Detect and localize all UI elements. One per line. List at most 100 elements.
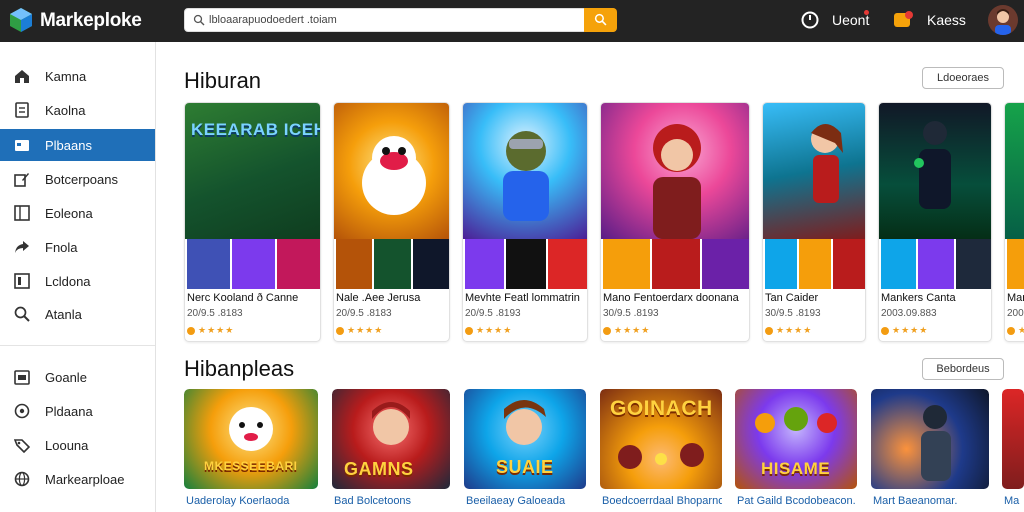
game-title: Pat Gaild Bcodobeacon. (737, 495, 856, 507)
game-title: Mankers Canta (881, 292, 956, 304)
game-card[interactable]: Ma (1002, 389, 1024, 512)
game-sales: 2003.09.883 (1007, 308, 1024, 319)
sidebar-item-label: Markearploae (45, 472, 125, 487)
notifications-label[interactable]: Ueont (832, 12, 869, 28)
rating-stars: ★★★★ (465, 325, 512, 336)
cover-title: SUAIE (496, 457, 554, 477)
sidebar-item-label: Pldaana (45, 404, 93, 419)
cover-title: KEEARAB ICEHEB OIUNABAR (191, 120, 320, 139)
sidebar-item-label: Lcldona (45, 274, 91, 289)
sidebar-item-6[interactable]: Lcldona (0, 265, 155, 297)
cover-title: GAMNS (344, 459, 414, 479)
game-card[interactable]: Mart Baeanomar. (871, 389, 989, 512)
clock-icon[interactable] (800, 10, 820, 30)
sidebar-item-3[interactable]: Botcerpoans (0, 163, 155, 195)
folder-icon (15, 140, 29, 151)
game-card[interactable]: GOINACH Boedcoerrdaal Bhoparnoeana (600, 389, 722, 512)
screenshot-strip (334, 239, 449, 289)
sidebar-item-label: Atanla (45, 307, 82, 322)
game-card[interactable]: GAMNS Bad Bolcetoons (332, 389, 450, 512)
sidebar-item-8[interactable]: Goanle (0, 361, 155, 393)
game-cover-art (1002, 389, 1024, 489)
rating-stars: ★★★★ (765, 325, 812, 336)
doc-icon (15, 102, 29, 118)
game-card[interactable]: SUAIE Beeilaeay Galoeada (464, 389, 586, 512)
game-card[interactable]: Mano Fentoerdarx doonana 30/9.5 .8193 ★★… (600, 102, 750, 342)
rating-stars: ★★★★ (603, 325, 650, 336)
message-icon[interactable] (893, 10, 915, 30)
search-input[interactable]: lbloaarapuodoedert .toiam (184, 8, 616, 32)
rating-stars: ★★★★ (336, 325, 383, 336)
game-cover-art: SUAIE (464, 389, 586, 489)
cover-title: MKESSEEBARI (204, 459, 298, 473)
cover-title: HISAME (761, 459, 831, 478)
game-title: Mart Baeanomar. (873, 495, 958, 507)
game-title: Uaderolay Koerlaoda (186, 495, 290, 507)
screenshot-strip (879, 239, 991, 289)
game-title: Nerc Kooland ð Canne (187, 292, 299, 304)
cover-title: GOINACH (610, 397, 713, 420)
screenshot-strip (601, 239, 749, 289)
sidebar-item-10[interactable]: Loouna (0, 429, 155, 461)
sidebar-item-2[interactable]: Plbaans (0, 129, 155, 161)
game-cover-art: MKESSEEBARI (184, 389, 318, 489)
view-all-button[interactable]: Ldoeoraes (922, 67, 1004, 89)
sidebar-item-9[interactable]: Pldaana (0, 395, 155, 427)
sidebar-item-label: Kaolna (45, 103, 86, 118)
rating-stars: ★★★★ (881, 325, 928, 336)
sidebar-item-11[interactable]: Markearploae (0, 463, 155, 495)
target-icon (14, 403, 30, 419)
game-cover-art: GOINACH (600, 389, 722, 489)
sidebar-item-label: Kamna (45, 69, 87, 84)
rating-stars: ★★★★ (187, 325, 234, 336)
search-icon (14, 306, 30, 322)
game-card[interactable]: MKESSEEBARI Uaderolay Koerlaoda (184, 389, 318, 512)
screenshot-strip (185, 239, 320, 289)
sidebar-item-5[interactable]: Fnola (0, 231, 155, 263)
edit-icon (14, 173, 29, 187)
sidebar-item-0[interactable]: Kamna (0, 60, 155, 92)
sidebar-item-label: Botcerpoans (45, 172, 118, 187)
main-content: Hiburan Ldoeoraes KEEARAB ICEHEB OIUNABA… (156, 42, 1024, 512)
search-button[interactable] (584, 8, 617, 32)
screenshot-strip (1005, 239, 1024, 289)
game-card[interactable]: Mankers Canta 2003.09.883 ★★★★ (878, 102, 992, 342)
tag-icon (14, 439, 30, 453)
game-cover-art (763, 103, 865, 239)
sidebar-item-4[interactable]: Eoleona (0, 197, 155, 229)
list-icon (14, 273, 30, 289)
screenshot-strip (463, 239, 587, 289)
section-title: Hibanpleas (184, 356, 295, 381)
screenshot-strip (763, 239, 865, 289)
game-card[interactable]: HISAME Pat Gaild Bcodobeacon. (735, 389, 857, 512)
game-sales: 20/9.5 .8193 (465, 308, 521, 319)
game-card[interactable]: KEEARAB ICEHEB OIUNABAR Nerc Kooland ð C… (184, 102, 321, 342)
game-sales: 20/9.5 .8183 (336, 308, 392, 319)
logo-icon[interactable] (8, 7, 34, 33)
game-cover-art (1005, 103, 1024, 239)
avatar[interactable] (988, 5, 1018, 35)
game-card[interactable]: Mare 2003.09.883 ★ (1004, 102, 1024, 342)
game-card[interactable]: Tan Caider 30/9.5 .8193 ★★★★ (762, 102, 866, 342)
game-cover-art: GAMNS (332, 389, 450, 489)
sidebar-item-1[interactable]: Kaolna (0, 94, 155, 126)
game-title: Mano Fentoerdarx doonana (603, 292, 739, 304)
game-title: Ma (1004, 495, 1020, 507)
search-value: lbloaarapuodoedert .toiam (209, 14, 337, 26)
sidebar-item-label: Eoleona (45, 206, 93, 221)
game-title: Boedcoerrdaal Bhoparnoeana (602, 495, 722, 507)
game-title: Mevhte Featl lommatrin (465, 292, 580, 304)
game-title: Bad Bolcetoons (334, 495, 412, 507)
game-sales: 2003.09.883 (881, 308, 937, 319)
brand-name[interactable]: Markeploke (40, 10, 142, 32)
messages-label[interactable]: Kaess (927, 12, 966, 28)
game-card[interactable]: Nale .Aee Jerusa 20/9.5 .8183 ★★★★ (333, 102, 450, 342)
game-cover-art: KEEARAB ICEHEB OIUNABAR (185, 103, 320, 239)
game-card[interactable]: Mevhte Featl lommatrin 20/9.5 .8193 ★★★★ (462, 102, 588, 342)
game-cover-art: HISAME (735, 389, 857, 489)
game-sales: 30/9.5 .8193 (603, 308, 659, 319)
sidebar-item-7[interactable]: Atanla (0, 298, 155, 330)
notification-badge (864, 10, 869, 15)
view-all-button[interactable]: Bebordeus (922, 358, 1004, 380)
game-cover-art (334, 103, 449, 239)
